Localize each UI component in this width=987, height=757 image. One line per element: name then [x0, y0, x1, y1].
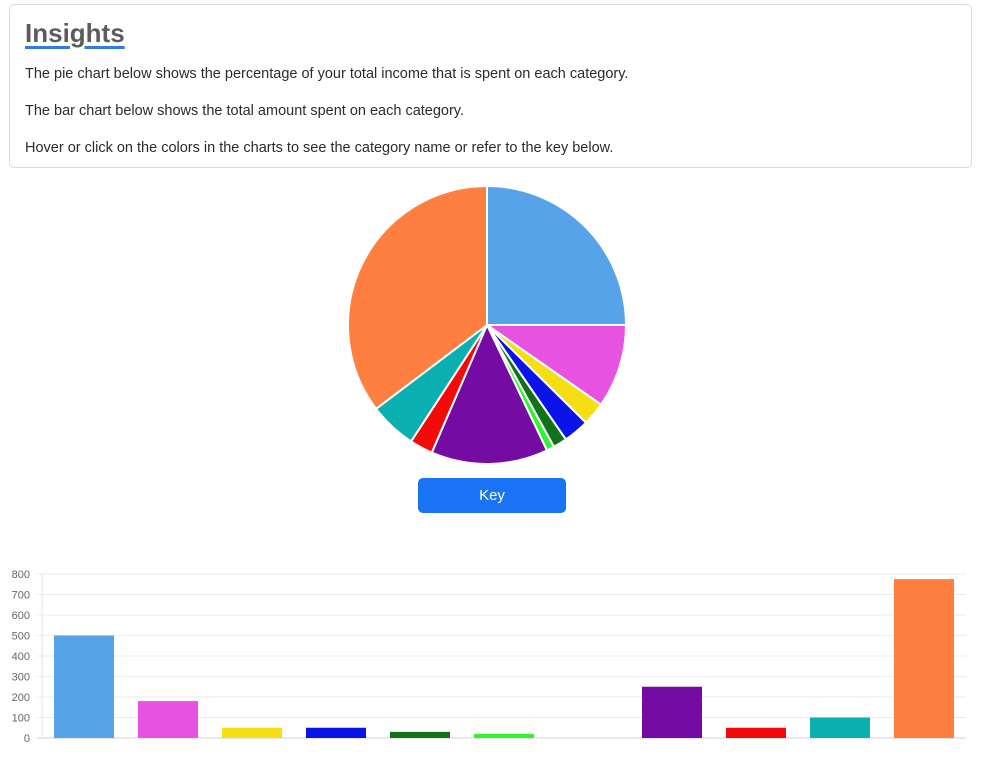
bar[interactable]: [726, 727, 786, 738]
y-tick-label: 200: [12, 692, 30, 704]
bar[interactable]: [894, 579, 954, 738]
bar-chart-svg: 0 100 200 300 400 500 600 700 800: [12, 569, 966, 745]
bar[interactable]: [306, 727, 366, 738]
y-tick-label: 300: [12, 672, 30, 684]
hover-instructions: Hover or click on the colors in the char…: [25, 140, 614, 156]
bar-chart: 0 100 200 300 400 500 600 700 800: [0, 560, 987, 757]
y-tick-label: 600: [12, 610, 30, 622]
bar[interactable]: [138, 701, 198, 738]
insights-card: Insights The pie chart below shows the p…: [9, 4, 972, 168]
bar[interactable]: [390, 731, 450, 738]
insights-title: Insights: [25, 18, 125, 48]
bar-chart-description: The bar chart below shows the total amou…: [25, 103, 465, 119]
pie-chart-svg: [347, 184, 628, 465]
key-button[interactable]: Key: [418, 478, 566, 513]
y-tick-label: 0: [24, 733, 30, 745]
bar[interactable]: [642, 686, 702, 738]
pie-slice[interactable]: [486, 184, 628, 326]
bar[interactable]: [810, 717, 870, 739]
bar[interactable]: [222, 727, 282, 738]
y-tick-label: 500: [12, 631, 30, 643]
pie-chart: [345, 183, 629, 467]
y-tick-label: 800: [12, 569, 30, 581]
bar[interactable]: [54, 635, 114, 739]
y-tick-label: 100: [12, 713, 30, 725]
y-tick-label: 700: [12, 590, 30, 602]
pie-chart-description: The pie chart below shows the percentage…: [25, 66, 629, 82]
y-tick-label: 400: [12, 651, 30, 663]
bar[interactable]: [474, 733, 534, 738]
